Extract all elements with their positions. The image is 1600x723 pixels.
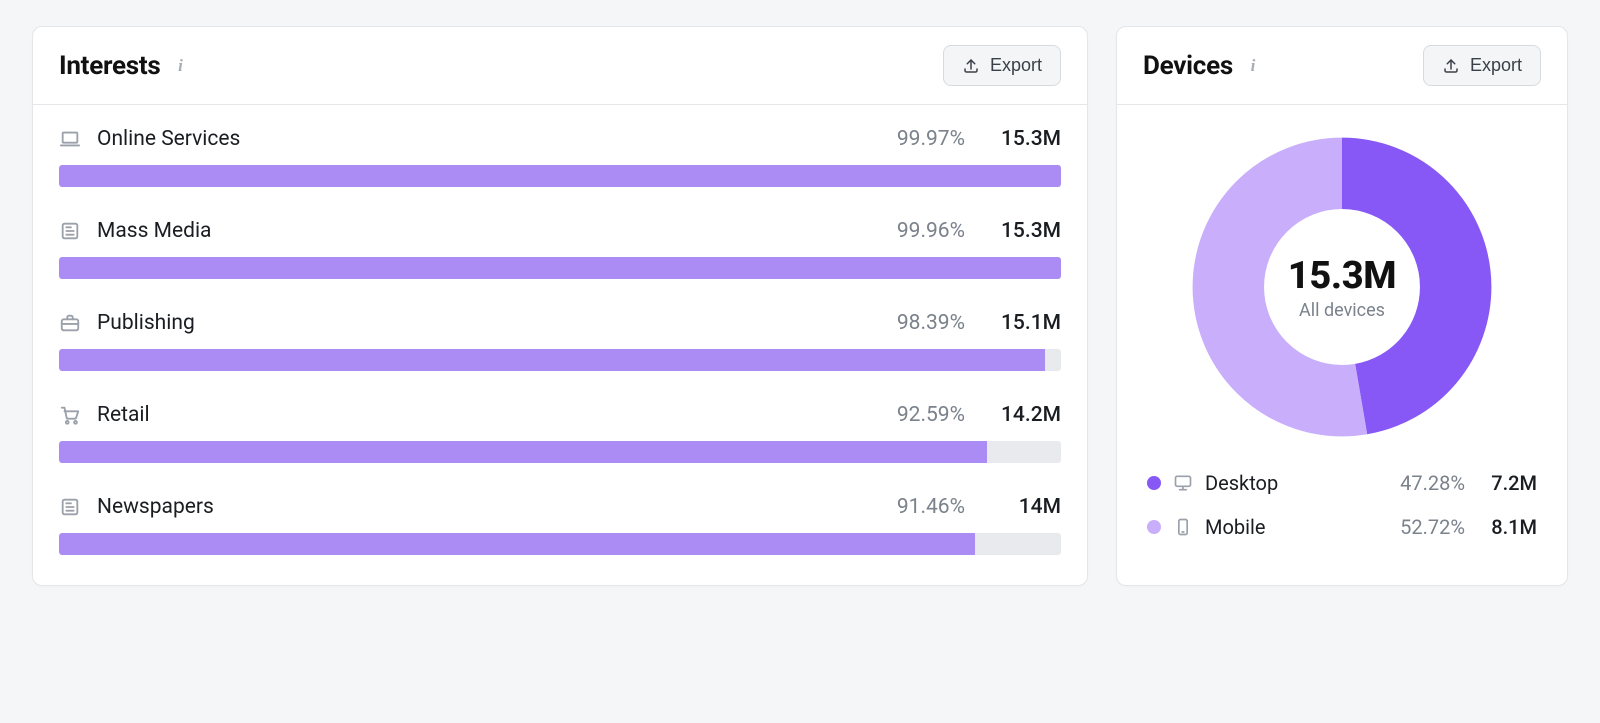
upload-icon bbox=[1442, 57, 1460, 75]
legend-label[interactable]: Desktop bbox=[1205, 471, 1363, 495]
interest-value: 15.3M bbox=[991, 219, 1061, 243]
interest-label[interactable]: Newspapers bbox=[97, 495, 859, 519]
legend-row-desktop: Desktop 47.28% 7.2M bbox=[1147, 461, 1537, 505]
interest-value: 14M bbox=[991, 495, 1061, 519]
legend-pct: 47.28% bbox=[1375, 471, 1465, 495]
interest-bar-track bbox=[59, 441, 1061, 463]
interest-label[interactable]: Retail bbox=[97, 403, 859, 427]
interest-bar-fill bbox=[59, 349, 1045, 371]
export-label: Export bbox=[990, 55, 1042, 76]
legend-dot bbox=[1147, 476, 1161, 490]
interest-value: 15.3M bbox=[991, 127, 1061, 151]
export-button[interactable]: Export bbox=[1423, 45, 1541, 86]
interest-pct: 91.46% bbox=[875, 495, 965, 519]
info-icon[interactable]: i bbox=[171, 56, 191, 76]
interest-bar-fill bbox=[59, 441, 987, 463]
interest-pct: 92.59% bbox=[875, 403, 965, 427]
interest-bar-fill bbox=[59, 257, 1061, 279]
interest-pct: 98.39% bbox=[875, 311, 965, 335]
export-button[interactable]: Export bbox=[943, 45, 1061, 86]
legend-value: 8.1M bbox=[1477, 515, 1537, 539]
interest-pct: 99.96% bbox=[875, 219, 965, 243]
interests-header: Interests i Export bbox=[33, 27, 1087, 105]
interest-row: Mass Media 99.96% 15.3M bbox=[59, 219, 1061, 279]
legend-dot bbox=[1147, 520, 1161, 534]
interests-body: Online Services 99.97% 15.3M Mass Media … bbox=[33, 105, 1087, 585]
devices-card: Devices i Export 15.3M All devices D bbox=[1116, 26, 1568, 586]
interest-bar-track bbox=[59, 533, 1061, 555]
upload-icon bbox=[962, 57, 980, 75]
interest-label[interactable]: Mass Media bbox=[97, 219, 859, 243]
interest-bar-track bbox=[59, 165, 1061, 187]
interest-bar-fill bbox=[59, 165, 1061, 187]
devices-title: Devices bbox=[1143, 51, 1233, 81]
laptop-icon bbox=[59, 128, 81, 150]
briefcase-icon bbox=[59, 312, 81, 334]
interest-row: Online Services 99.97% 15.3M bbox=[59, 127, 1061, 187]
devices-legend: Desktop 47.28% 7.2M Mobile 52.72% 8.1M bbox=[1143, 459, 1541, 555]
devices-body: 15.3M All devices Desktop 47.28% 7.2M Mo… bbox=[1117, 105, 1567, 585]
interest-value: 14.2M bbox=[991, 403, 1061, 427]
interest-bar-track bbox=[59, 349, 1061, 371]
info-icon[interactable]: i bbox=[1243, 56, 1263, 76]
interest-pct: 99.97% bbox=[875, 127, 965, 151]
devices-header: Devices i Export bbox=[1117, 27, 1567, 105]
interest-bar-track bbox=[59, 257, 1061, 279]
interest-row: Newspapers 91.46% 14M bbox=[59, 495, 1061, 555]
interest-row: Retail 92.59% 14.2M bbox=[59, 403, 1061, 463]
donut-center: 15.3M All devices bbox=[1192, 137, 1492, 437]
interests-card: Interests i Export Online Services 99.97… bbox=[32, 26, 1088, 586]
interest-bar-fill bbox=[59, 533, 975, 555]
devices-total-label: All devices bbox=[1299, 300, 1385, 321]
interest-label[interactable]: Online Services bbox=[97, 127, 859, 151]
legend-pct: 52.72% bbox=[1375, 515, 1465, 539]
interest-label[interactable]: Publishing bbox=[97, 311, 859, 335]
legend-row-mobile: Mobile 52.72% 8.1M bbox=[1147, 505, 1537, 549]
devices-total: 15.3M bbox=[1288, 254, 1396, 298]
legend-value: 7.2M bbox=[1477, 471, 1537, 495]
interest-value: 15.1M bbox=[991, 311, 1061, 335]
interest-row: Publishing 98.39% 15.1M bbox=[59, 311, 1061, 371]
article-icon bbox=[59, 496, 81, 518]
article-icon bbox=[59, 220, 81, 242]
cart-icon bbox=[59, 404, 81, 426]
export-label: Export bbox=[1470, 55, 1522, 76]
interests-title: Interests bbox=[59, 51, 161, 81]
devices-donut: 15.3M All devices bbox=[1143, 127, 1541, 459]
legend-label[interactable]: Mobile bbox=[1205, 515, 1363, 539]
